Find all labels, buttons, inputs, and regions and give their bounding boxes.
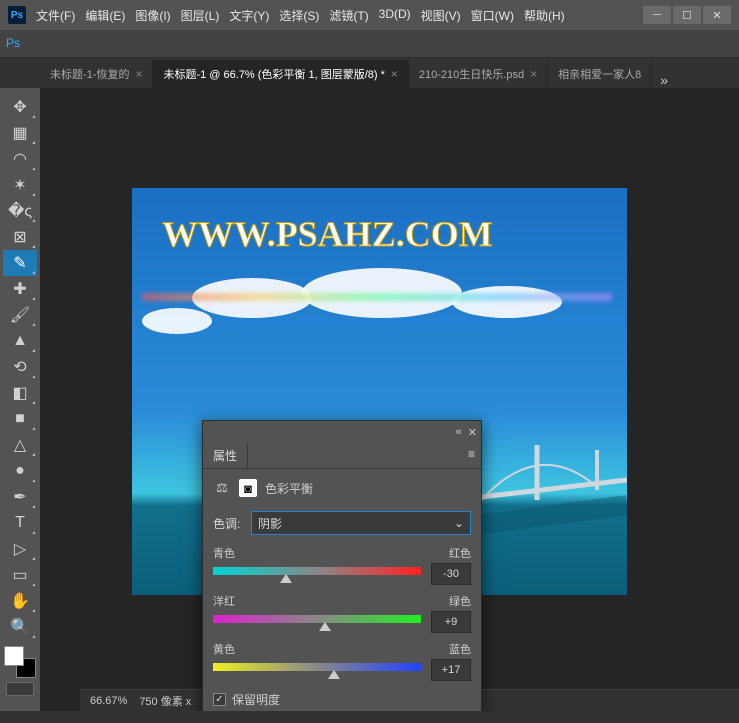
menu-window[interactable]: 窗口(W): [471, 7, 514, 24]
tab-label: 相亲相爱一家人8: [558, 66, 641, 82]
tool-eyedropper[interactable]: ✎: [3, 250, 37, 276]
menu-select[interactable]: 选择(S): [279, 7, 319, 24]
slider-left-label: 黄色: [213, 641, 235, 657]
collapse-icon[interactable]: «: [456, 426, 462, 438]
tool-frame[interactable]: ⊠: [3, 224, 37, 250]
maximize-button[interactable]: ☐: [673, 6, 701, 24]
tool-hand[interactable]: ✋: [3, 588, 37, 614]
app-logo: Ps: [8, 6, 26, 24]
slider-thumb[interactable]: [328, 670, 340, 679]
fg-swatch[interactable]: [4, 646, 24, 666]
watermark-text: WWW.PSAHZ.COM: [162, 213, 493, 255]
close-icon[interactable]: ×: [135, 67, 142, 81]
slider-value-input[interactable]: +9: [431, 611, 471, 633]
tool-dodge[interactable]: ●: [3, 458, 37, 484]
minimize-button[interactable]: ─: [643, 6, 671, 24]
tool-stamp[interactable]: ▲: [3, 328, 37, 354]
ps-small-icon: Ps: [6, 36, 22, 52]
slider-value-input[interactable]: -30: [431, 563, 471, 585]
scales-icon: ⚖: [213, 479, 231, 497]
properties-panel: « ✕ 属性 ≡ ⚖ ◙ 色彩平衡 色调: 阴影 ⌄: [202, 420, 482, 711]
adjustment-name: 色彩平衡: [265, 480, 313, 497]
zoom-level[interactable]: 66.67%: [90, 695, 127, 707]
color-swatches[interactable]: [4, 646, 36, 678]
menu-view[interactable]: 视图(V): [421, 7, 461, 24]
tool-lasso[interactable]: ◠: [3, 146, 37, 172]
preserve-luminosity-checkbox[interactable]: ✓: [213, 693, 226, 706]
menu-type[interactable]: 文字(Y): [229, 7, 269, 24]
tab-label: 210-210生日快乐.psd: [419, 66, 524, 82]
tab-label: 未标题-1 @ 66.7% (色彩平衡 1, 图层蒙版/8) *: [163, 66, 384, 82]
tone-select[interactable]: 阴影 ⌄: [251, 511, 471, 535]
chevron-down-icon: ⌄: [454, 516, 464, 530]
slider-right-label: 红色: [449, 545, 471, 561]
color-slider[interactable]: [213, 567, 421, 575]
menu-layer[interactable]: 图层(L): [181, 7, 220, 24]
menu-3d[interactable]: 3D(D): [379, 7, 411, 24]
tab-doc-4[interactable]: 相亲相爱一家人8: [548, 60, 652, 88]
slider-value-input[interactable]: +17: [431, 659, 471, 681]
slider-left-label: 洋红: [213, 593, 235, 609]
document-tabs: 未标题-1-恢复的 × 未标题-1 @ 66.7% (色彩平衡 1, 图层蒙版/8…: [0, 58, 739, 88]
menu-filter[interactable]: 滤镜(T): [329, 7, 368, 24]
slider-left-label: 青色: [213, 545, 235, 561]
tool-eraser[interactable]: ◧: [3, 380, 37, 406]
color-slider[interactable]: [213, 663, 421, 671]
slider-right-label: 蓝色: [449, 641, 471, 657]
menu-edit[interactable]: 编辑(E): [85, 7, 125, 24]
tab-doc-3[interactable]: 210-210生日快乐.psd ×: [409, 60, 548, 88]
slider-right-label: 绿色: [449, 593, 471, 609]
tool-crop[interactable]: �ς: [3, 198, 37, 224]
slider-thumb[interactable]: [280, 574, 292, 583]
tool-wand[interactable]: ✶: [3, 172, 37, 198]
tool-blur[interactable]: △: [3, 432, 37, 458]
tool-heal[interactable]: ✚: [3, 276, 37, 302]
tool-type[interactable]: T: [3, 510, 37, 536]
tab-doc-1[interactable]: 未标题-1-恢复的 ×: [40, 60, 153, 88]
toolbar: ✥▦◠✶�ς⊠✎✚🖌▲⟲◧■△●✒T▷▭✋🔍: [0, 88, 40, 711]
tab-label: 未标题-1-恢复的: [50, 66, 129, 82]
panel-tab-properties[interactable]: 属性: [203, 443, 248, 468]
tool-shape[interactable]: ▭: [3, 562, 37, 588]
menu-help[interactable]: 帮助(H): [524, 7, 565, 24]
menu-image[interactable]: 图像(I): [135, 7, 170, 24]
tab-overflow-button[interactable]: »: [652, 72, 676, 88]
tool-zoom[interactable]: 🔍: [3, 614, 37, 640]
quick-mask-toggle[interactable]: [6, 682, 34, 696]
tab-doc-2[interactable]: 未标题-1 @ 66.7% (色彩平衡 1, 图层蒙版/8) * ×: [153, 60, 408, 88]
menu-bar: 文件(F) 编辑(E) 图像(I) 图层(L) 文字(Y) 选择(S) 滤镜(T…: [36, 7, 643, 24]
doc-dimensions: 750 像素 x: [139, 693, 191, 709]
panel-close-icon[interactable]: ✕: [468, 426, 477, 439]
preserve-luminosity-label: 保留明度: [232, 691, 280, 708]
tool-history[interactable]: ⟲: [3, 354, 37, 380]
panel-menu-icon[interactable]: ≡: [462, 443, 481, 468]
tone-value: 阴影: [258, 515, 282, 532]
close-button[interactable]: ✕: [703, 6, 731, 24]
slider-thumb[interactable]: [319, 622, 331, 631]
tone-label: 色调:: [213, 515, 245, 532]
canvas-area[interactable]: WWW.PSAHZ.COM « ✕ 属性 ≡ ⚖ ◙ 色彩平衡 色调:: [40, 88, 739, 711]
color-slider[interactable]: [213, 615, 421, 623]
close-icon[interactable]: ×: [391, 67, 398, 81]
mask-icon: ◙: [239, 479, 257, 497]
tool-path[interactable]: ▷: [3, 536, 37, 562]
tool-move[interactable]: ✥: [3, 94, 37, 120]
tool-pen[interactable]: ✒: [3, 484, 37, 510]
tool-brush[interactable]: 🖌: [3, 302, 37, 328]
close-icon[interactable]: ×: [530, 67, 537, 81]
menu-file[interactable]: 文件(F): [36, 7, 75, 24]
tool-gradient[interactable]: ■: [3, 406, 37, 432]
tool-rect-marquee[interactable]: ▦: [3, 120, 37, 146]
